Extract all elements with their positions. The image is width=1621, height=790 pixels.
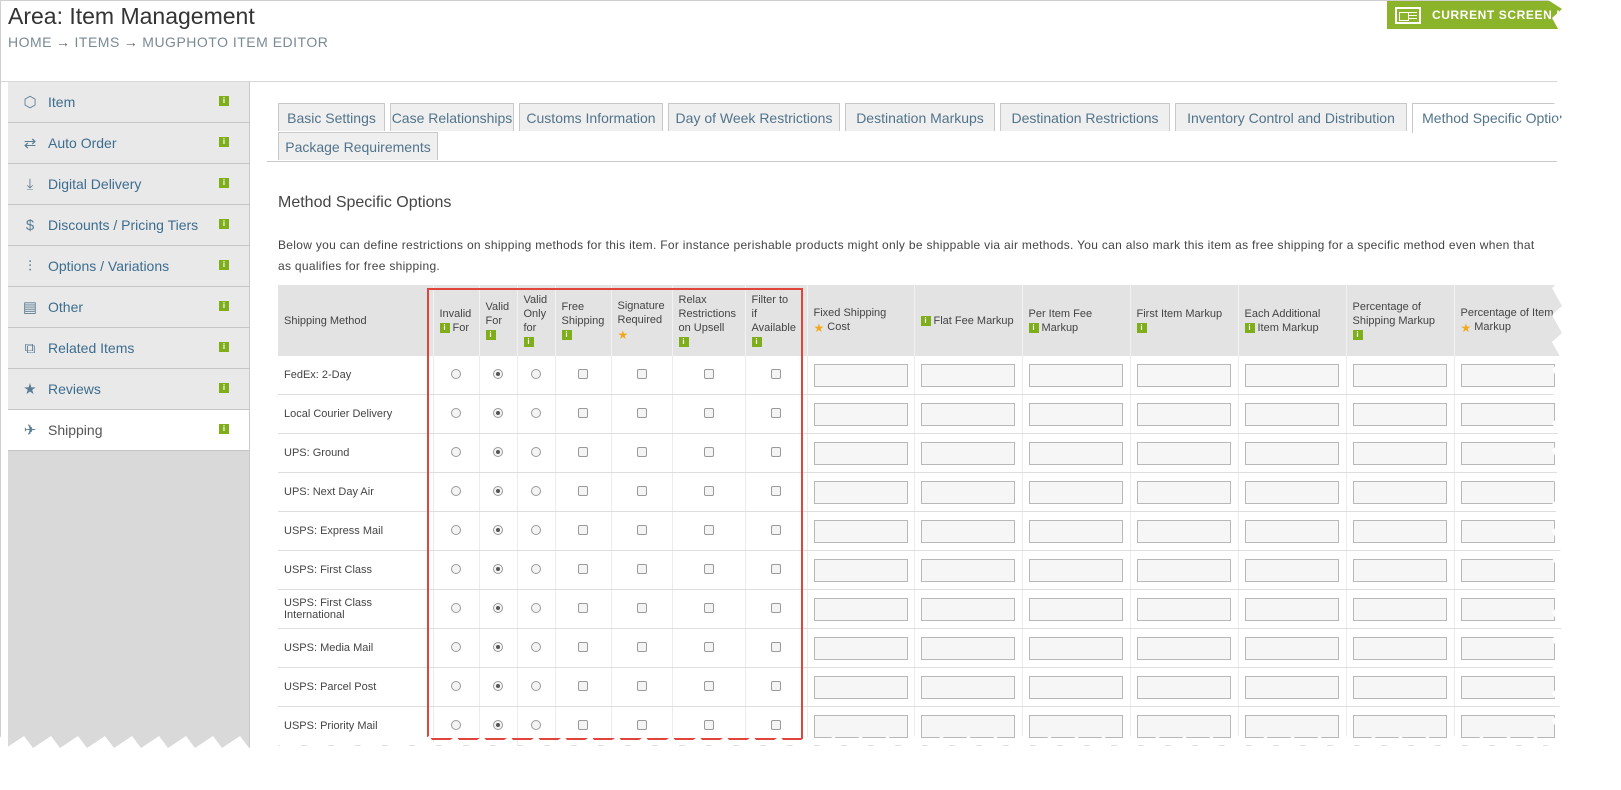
torn-edge-frame (0, 0, 1621, 790)
